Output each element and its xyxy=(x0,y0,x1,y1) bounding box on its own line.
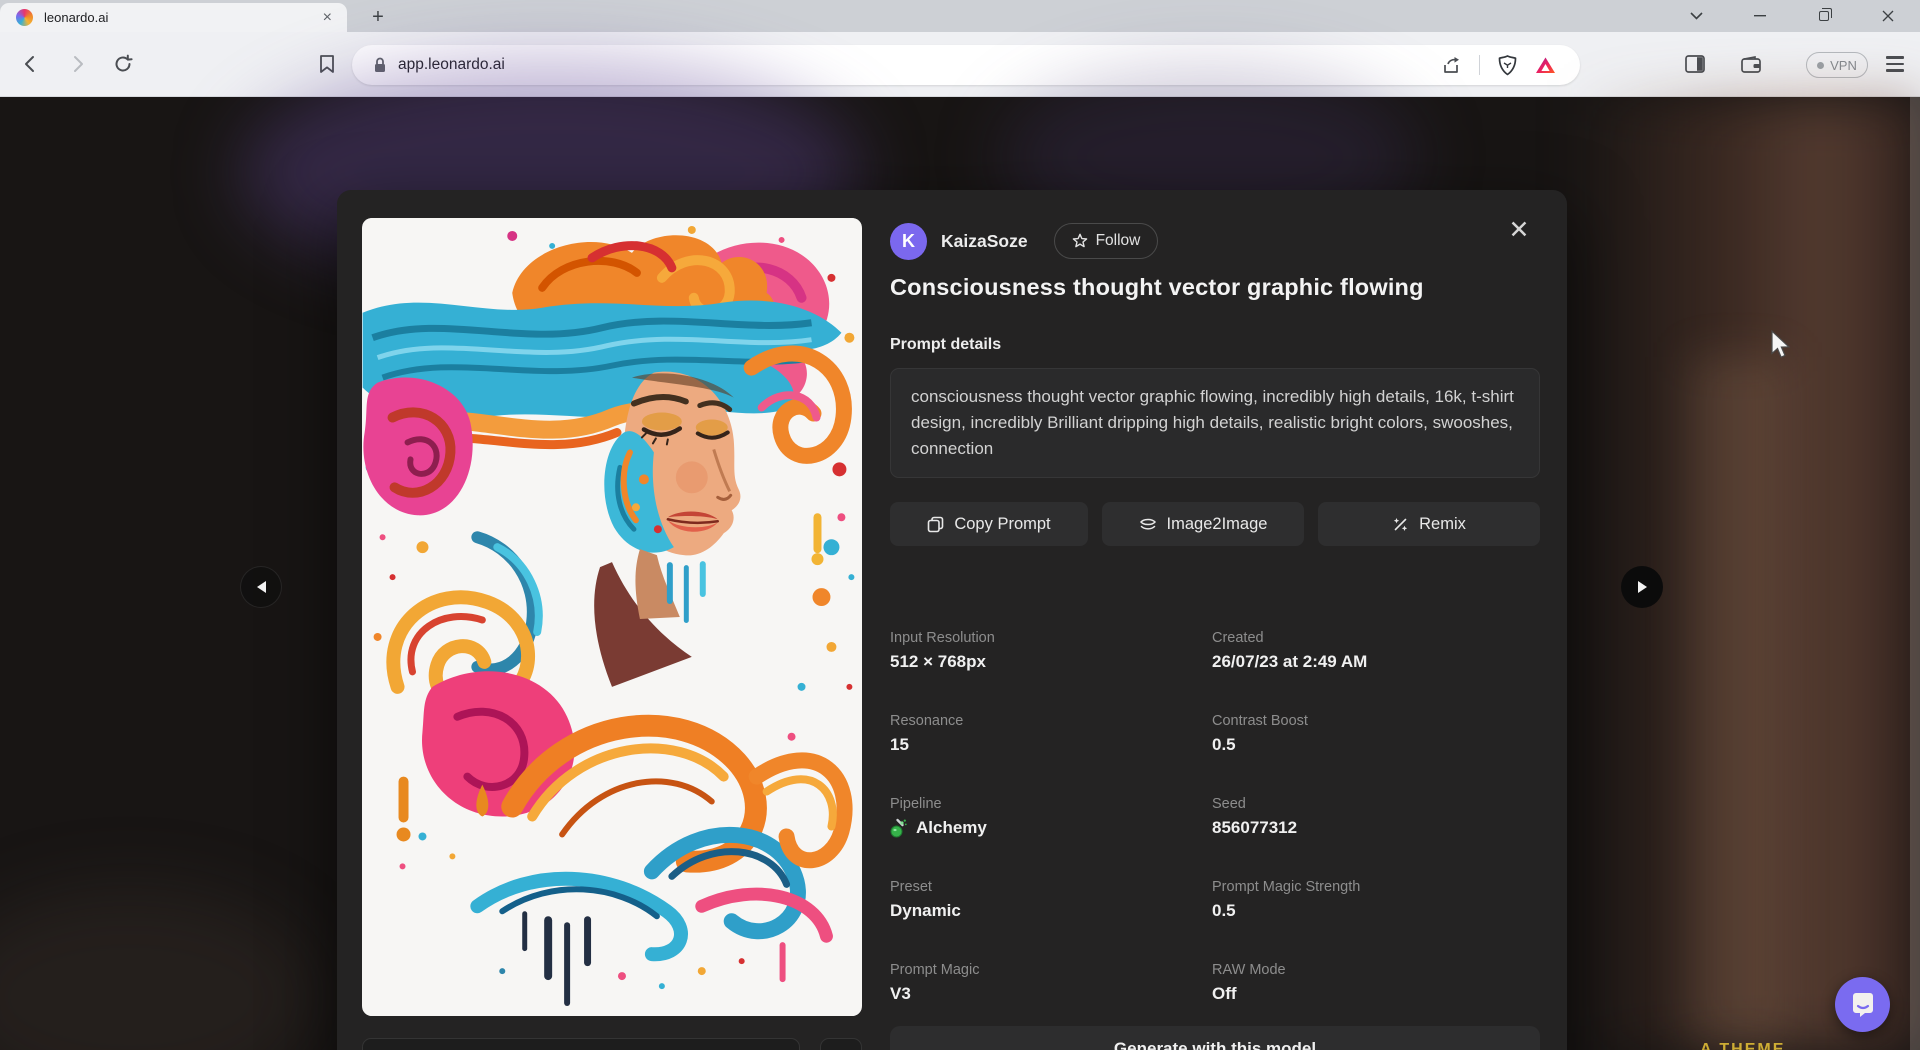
detail-panel: K KaizaSoze Follow ✕ Consciousness thoug… xyxy=(890,190,1540,1050)
vpn-button[interactable]: VPN xyxy=(1806,52,1868,78)
image2image-label: Image2Image xyxy=(1167,515,1268,534)
close-window-button[interactable] xyxy=(1856,0,1920,32)
artwork-image[interactable] xyxy=(362,218,862,1016)
backdrop-edge-strip xyxy=(1910,97,1920,1050)
avatar[interactable]: K xyxy=(890,223,927,260)
brave-shield-icon[interactable] xyxy=(1498,55,1517,76)
vpn-status-dot xyxy=(1817,62,1824,69)
remix-button[interactable]: Remix xyxy=(1318,502,1540,546)
detail-raw-mode: RAW Mode Off xyxy=(1212,962,1532,1004)
window-controls xyxy=(1664,0,1920,32)
remix-wand-icon xyxy=(1392,516,1409,533)
alchemy-flask-icon xyxy=(890,818,908,838)
detail-prompt-magic-strength: Prompt Magic Strength 0.5 xyxy=(1212,879,1532,921)
browser-titlebar: leonardo.ai × + xyxy=(0,0,1920,32)
backdrop-light-streak xyxy=(1690,357,1785,1050)
page-content: K KaizaSoze Follow ✕ Consciousness thoug… xyxy=(0,97,1920,1050)
browser-toolbar: app.leonardo.ai xyxy=(0,32,1920,97)
generation-detail-modal: K KaizaSoze Follow ✕ Consciousness thoug… xyxy=(337,190,1567,1050)
generate-label: Generate with this model xyxy=(1114,1039,1316,1050)
star-icon xyxy=(1072,233,1088,249)
layers-icon xyxy=(1139,516,1157,533)
sidebar-panel-icon[interactable] xyxy=(1676,45,1714,83)
detail-preset: Preset Dynamic xyxy=(890,879,1210,921)
new-tab-button[interactable]: + xyxy=(365,4,391,30)
thumbnail-strip-small[interactable] xyxy=(820,1038,862,1050)
detail-resonance: Resonance 15 xyxy=(890,713,1210,755)
share-icon[interactable] xyxy=(1441,56,1461,75)
copy-icon xyxy=(927,516,944,533)
chat-support-button[interactable] xyxy=(1835,977,1890,1032)
generate-with-model-button[interactable]: Generate with this model xyxy=(890,1026,1540,1050)
follow-label: Follow xyxy=(1096,232,1141,250)
restore-button[interactable] xyxy=(1792,0,1856,32)
remix-label: Remix xyxy=(1419,515,1466,534)
detail-prompt-magic: Prompt Magic V3 xyxy=(890,962,1210,1004)
backdrop-glow xyxy=(0,887,320,1050)
forward-button[interactable] xyxy=(58,45,96,83)
follow-button[interactable]: Follow xyxy=(1054,223,1159,259)
vpn-label: VPN xyxy=(1830,58,1857,73)
urlbar-actions xyxy=(1441,45,1556,85)
site-favicon-icon xyxy=(16,9,33,26)
lock-icon xyxy=(372,56,388,74)
bookmark-icon[interactable] xyxy=(308,45,346,83)
prompt-details-heading: Prompt details xyxy=(890,336,1001,354)
urlbar-separator xyxy=(1479,55,1480,75)
detail-contrast-boost: Contrast Boost 0.5 xyxy=(1212,713,1532,755)
next-image-button[interactable] xyxy=(1621,566,1663,608)
detail-input-resolution: Input Resolution 512 × 768px xyxy=(890,630,1210,672)
minimize-button[interactable] xyxy=(1728,0,1792,32)
action-buttons: Copy Prompt Image2Image Remix xyxy=(890,502,1540,546)
generation-title: Consciousness thought vector graphic flo… xyxy=(890,274,1424,301)
detail-seed: Seed 856077312 xyxy=(1212,796,1532,838)
detail-created: Created 26/07/23 at 2:49 AM xyxy=(1212,630,1532,672)
close-modal-icon[interactable]: ✕ xyxy=(1504,216,1534,246)
copy-prompt-label: Copy Prompt xyxy=(954,515,1050,534)
mouse-cursor xyxy=(1768,330,1794,360)
copy-prompt-button[interactable]: Copy Prompt xyxy=(890,502,1088,546)
image2image-button[interactable]: Image2Image xyxy=(1102,502,1304,546)
thumbnail-strip[interactable] xyxy=(362,1038,800,1050)
back-button[interactable] xyxy=(12,45,50,83)
tab-close-icon[interactable]: × xyxy=(318,8,337,28)
prompt-text-box[interactable]: consciousness thought vector graphic flo… xyxy=(890,368,1540,478)
previous-image-button[interactable] xyxy=(240,566,282,608)
user-row: K KaizaSoze Follow xyxy=(890,222,1158,260)
brave-rewards-bat-icon[interactable] xyxy=(1535,56,1556,75)
wallet-icon[interactable] xyxy=(1732,45,1770,83)
browser-tab[interactable]: leonardo.ai × xyxy=(0,3,347,32)
menu-icon[interactable] xyxy=(1876,45,1914,83)
detail-pipeline: Pipeline Alchemy xyxy=(890,796,1210,838)
tab-title: leonardo.ai xyxy=(44,10,318,25)
tab-search-chevron-icon[interactable] xyxy=(1664,0,1728,32)
watermark-text: A THEME xyxy=(1700,1041,1785,1050)
chat-bubble-icon xyxy=(1850,992,1876,1018)
screen: leonardo.ai × + xyxy=(0,0,1920,1050)
username[interactable]: KaizaSoze xyxy=(941,231,1028,252)
reload-button[interactable] xyxy=(104,45,142,83)
